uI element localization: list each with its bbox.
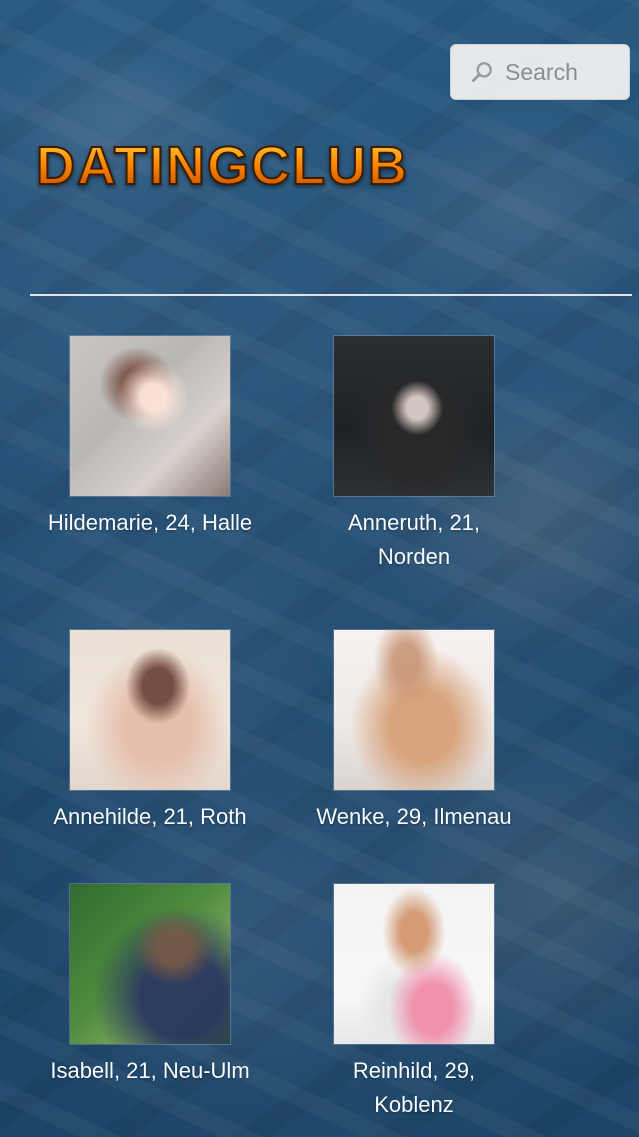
profile-caption[interactable]: Wenke, 29, Ilmenau bbox=[264, 800, 564, 834]
profile-photo[interactable] bbox=[70, 336, 230, 496]
profile-caption[interactable]: Anneruth, 21, Norden bbox=[319, 506, 509, 574]
profile-photo[interactable] bbox=[334, 336, 494, 496]
brand-logo[interactable]: DATINGCLUB bbox=[35, 135, 506, 197]
profile-photo[interactable] bbox=[334, 884, 494, 1044]
profile-caption[interactable]: Isabell, 21, Neu-Ulm bbox=[0, 1054, 300, 1088]
profile-caption[interactable]: Annehilde, 21, Roth bbox=[0, 800, 300, 834]
profile-card[interactable]: Wenke, 29, Ilmenau bbox=[264, 630, 564, 834]
profile-photo[interactable] bbox=[70, 884, 230, 1044]
profile-card[interactable]: Hildemarie, 24, Halle bbox=[0, 336, 300, 540]
header-divider bbox=[30, 294, 632, 296]
profile-photo[interactable] bbox=[70, 630, 230, 790]
profile-photo[interactable] bbox=[334, 630, 494, 790]
profile-caption[interactable]: Hildemarie, 24, Halle bbox=[0, 506, 300, 540]
profile-card[interactable]: Anneruth, 21, Norden bbox=[264, 336, 564, 574]
search-button[interactable]: Search bbox=[450, 44, 630, 100]
profile-card[interactable]: Isabell, 21, Neu-Ulm bbox=[0, 884, 300, 1088]
search-icon bbox=[471, 62, 492, 83]
search-label: Search bbox=[505, 58, 578, 85]
profile-caption[interactable]: Reinhild, 29, Koblenz bbox=[319, 1054, 509, 1122]
profile-card[interactable]: Annehilde, 21, Roth bbox=[0, 630, 300, 834]
brand-logo-text: DATINGCLUB bbox=[36, 136, 409, 196]
brand-logo-svg: DATINGCLUB bbox=[35, 135, 409, 197]
profile-card[interactable]: Reinhild, 29, Koblenz bbox=[264, 884, 564, 1122]
